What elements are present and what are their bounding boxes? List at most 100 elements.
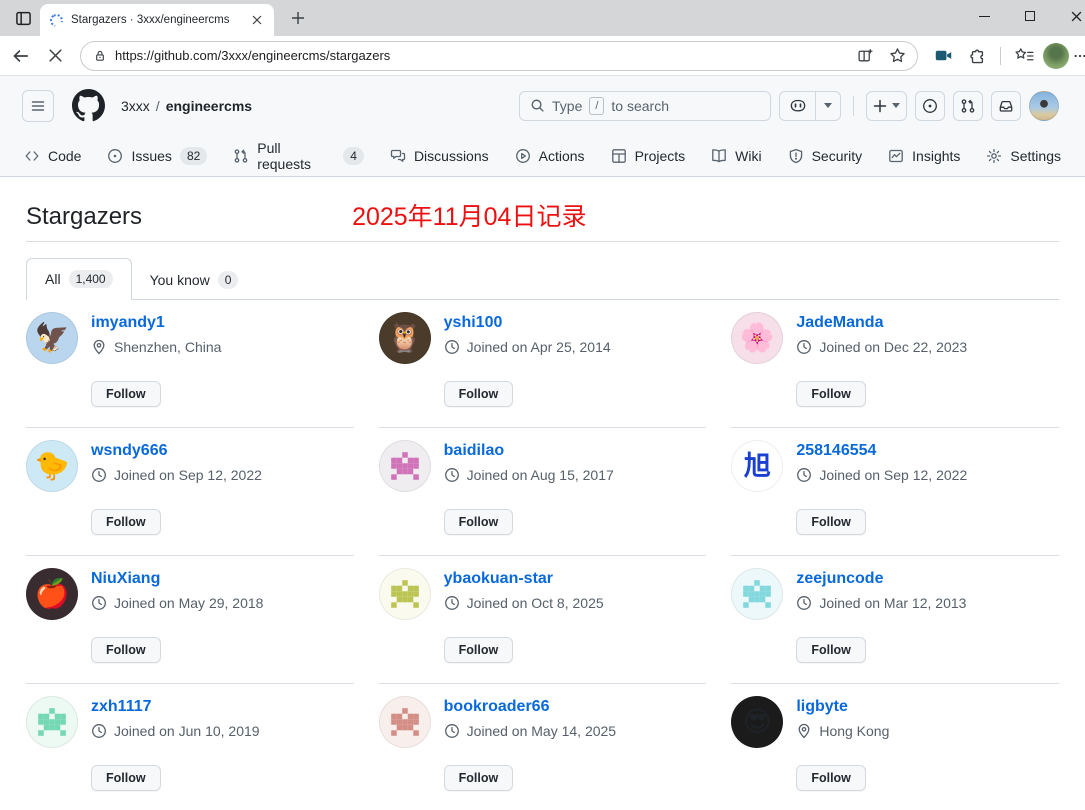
global-search-input[interactable]: Type / to search — [519, 91, 771, 121]
repo-nav-item-code[interactable]: Code — [14, 140, 91, 172]
screen-recorder-extension-icon[interactable] — [928, 41, 958, 71]
stargazer-login-link[interactable]: zxh1117 — [91, 698, 152, 716]
stargazer-avatar[interactable]: 🌸 — [731, 312, 783, 364]
follow-button[interactable]: Follow — [796, 381, 866, 407]
breadcrumb: 3xxx / engineercms — [121, 98, 252, 114]
stargazer-login-link[interactable]: yshi100 — [444, 314, 503, 332]
stargazer-login-link[interactable]: imyandy1 — [91, 314, 165, 332]
tab-all[interactable]: All 1,400 — [26, 258, 132, 300]
repo-nav-item-settings[interactable]: Settings — [976, 140, 1071, 172]
breadcrumb-separator: / — [156, 98, 160, 114]
repo-nav-label: Issues — [131, 148, 171, 164]
github-logo-icon[interactable] — [72, 89, 105, 122]
stargazer-joined-date: Joined on Jun 10, 2019 — [114, 723, 260, 739]
follow-button[interactable]: Follow — [91, 637, 161, 663]
tab-close-icon[interactable] — [248, 11, 266, 29]
inbox-button[interactable] — [991, 91, 1021, 121]
stargazer-avatar[interactable] — [379, 568, 431, 620]
repo-nav-item-insights[interactable]: Insights — [878, 140, 970, 172]
repo-nav-item-discussions[interactable]: Discussions — [380, 140, 499, 172]
follow-button[interactable]: Follow — [796, 509, 866, 535]
header-divider — [853, 96, 854, 116]
create-new-button[interactable] — [866, 91, 907, 121]
user-avatar[interactable] — [1029, 91, 1059, 121]
breadcrumb-owner[interactable]: 3xxx — [121, 98, 150, 114]
stargazer-card: ybaokuan-starJoined on Oct 8, 2025Follow — [379, 555, 707, 683]
tab-you-know[interactable]: You know 0 — [132, 260, 257, 300]
slash-key-hint: / — [589, 97, 604, 115]
favorite-star-icon[interactable] — [885, 44, 909, 68]
favorites-list-icon[interactable] — [1009, 41, 1039, 71]
browser-profile-avatar[interactable] — [1043, 43, 1069, 69]
copilot-dropdown-caret-icon[interactable] — [816, 92, 840, 120]
stargazer-avatar[interactable]: 😎 — [731, 696, 783, 748]
page-head: Stargazers 2025年11月04日记录 — [26, 177, 1059, 242]
stargazers-grid: 🦅imyandy1Shenzhen, ChinaFollow🦉yshi100Jo… — [26, 300, 1059, 810]
stargazer-login-link[interactable]: JadeManda — [796, 314, 883, 332]
follow-button[interactable]: Follow — [91, 509, 161, 535]
clock-icon — [796, 595, 812, 611]
follow-button[interactable]: Follow — [444, 381, 514, 407]
stop-loading-button[interactable] — [40, 41, 70, 71]
repo-nav-item-actions[interactable]: Actions — [505, 140, 595, 172]
repo-nav-item-pull-requests[interactable]: Pull requests4 — [223, 132, 374, 180]
wiki-icon — [711, 148, 727, 164]
repo-nav-counter: 4 — [343, 147, 364, 165]
split-screen-icon[interactable] — [853, 44, 877, 68]
follow-button[interactable]: Follow — [444, 509, 514, 535]
stargazer-login-link[interactable]: baidilao — [444, 442, 504, 460]
stargazer-avatar[interactable]: 🍎 — [26, 568, 78, 620]
stargazer-avatar[interactable]: 旭 — [731, 440, 783, 492]
follow-button[interactable]: Follow — [91, 765, 161, 791]
copilot-icon[interactable] — [780, 92, 816, 120]
stargazer-login-link[interactable]: wsndy666 — [91, 442, 167, 460]
follow-button[interactable]: Follow — [796, 637, 866, 663]
window-close-button[interactable] — [1053, 0, 1085, 32]
new-tab-button[interactable] — [284, 4, 312, 32]
stargazer-joined-date: Joined on May 29, 2018 — [114, 595, 263, 611]
stargazer-joined-date: Joined on Aug 15, 2017 — [467, 467, 614, 483]
stargazer-tabs: All 1,400 You know 0 — [26, 258, 1059, 300]
repo-nav-item-issues[interactable]: Issues82 — [97, 139, 217, 173]
browser-tab[interactable]: Stargazers · 3xxx/engineercms — [40, 4, 274, 36]
browser-menu-icon[interactable] — [1073, 41, 1085, 71]
extensions-puzzle-icon[interactable] — [962, 41, 992, 71]
repo-nav-item-security[interactable]: Security — [778, 140, 873, 172]
stargazer-avatar[interactable]: 🐤 — [26, 440, 78, 492]
search-placeholder-suffix: to search — [611, 98, 669, 114]
repo-nav-label: Security — [812, 148, 863, 164]
window-maximize-button[interactable] — [1007, 0, 1053, 32]
your-pull-requests-button[interactable] — [953, 91, 983, 121]
follow-button[interactable]: Follow — [444, 637, 514, 663]
stargazer-avatar[interactable] — [26, 696, 78, 748]
stargazer-avatar[interactable] — [379, 440, 431, 492]
browser-toolbar: https://github.com/3xxx/engineercms/star… — [0, 36, 1085, 76]
stargazer-login-link[interactable]: zeejuncode — [796, 570, 883, 588]
stargazer-avatar[interactable] — [731, 568, 783, 620]
stargazer-avatar[interactable]: 🦅 — [26, 312, 78, 364]
stargazer-login-link[interactable]: ligbyte — [796, 698, 848, 716]
follow-button[interactable]: Follow — [796, 765, 866, 791]
follow-button[interactable]: Follow — [444, 765, 514, 791]
repo-nav-item-projects[interactable]: Projects — [601, 140, 696, 172]
address-bar[interactable]: https://github.com/3xxx/engineercms/star… — [80, 41, 918, 71]
your-issues-button[interactable] — [915, 91, 945, 121]
follow-button[interactable]: Follow — [91, 381, 161, 407]
stargazer-login-link[interactable]: bookroader66 — [444, 698, 550, 716]
breadcrumb-repo[interactable]: engineercms — [166, 98, 252, 114]
window-minimize-button[interactable] — [961, 0, 1007, 32]
stargazer-login-link[interactable]: 258146554 — [796, 442, 876, 460]
stargazer-login-link[interactable]: NiuXiang — [91, 570, 160, 588]
tab-actions-menu-icon[interactable] — [6, 3, 40, 33]
repo-nav-label: Wiki — [735, 148, 761, 164]
stargazer-login-link[interactable]: ybaokuan-star — [444, 570, 553, 588]
actions-icon — [515, 148, 531, 164]
stargazer-avatar[interactable] — [379, 696, 431, 748]
stargazer-avatar[interactable]: 🦉 — [379, 312, 431, 364]
window-controls — [961, 0, 1085, 32]
stargazer-joined-date: Joined on Dec 22, 2023 — [819, 339, 967, 355]
hamburger-menu-button[interactable] — [22, 90, 54, 122]
repo-nav-item-wiki[interactable]: Wiki — [701, 140, 771, 172]
stargazer-joined-date: Joined on Mar 12, 2013 — [819, 595, 966, 611]
back-button[interactable] — [6, 41, 36, 71]
